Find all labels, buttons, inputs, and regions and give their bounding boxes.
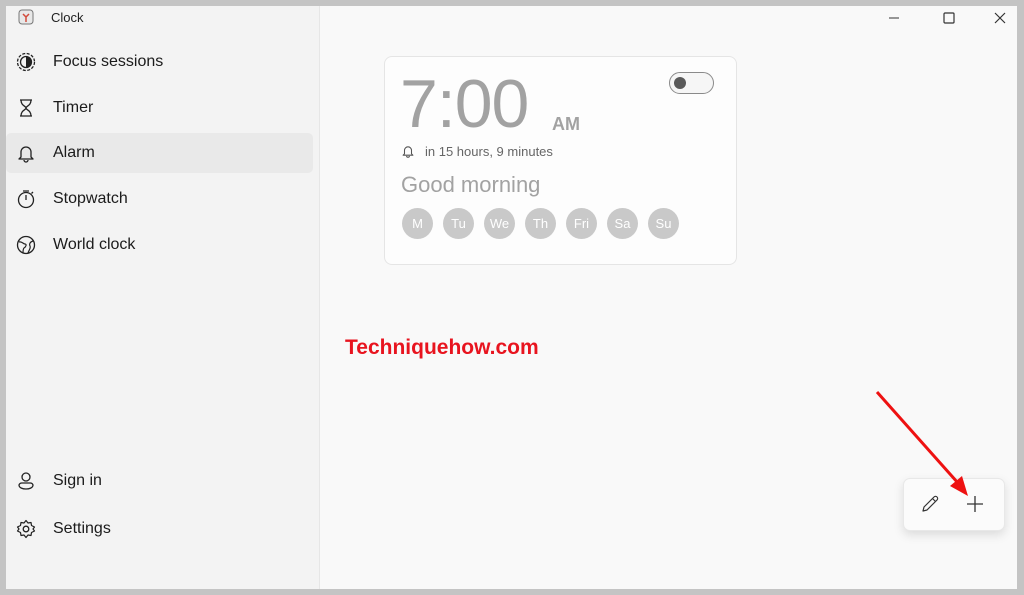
sidebar-item-focus-sessions[interactable]: Focus sessions	[6, 42, 313, 82]
alarm-remaining: in 15 hours, 9 minutes	[425, 144, 553, 159]
sidebar-item-label: Timer	[53, 99, 94, 116]
app-title: Clock	[51, 10, 84, 25]
alarm-days: M Tu We Th Fri Sa Su	[402, 208, 679, 239]
sidebar-item-world-clock[interactable]: World clock	[6, 225, 313, 265]
toggle-knob	[674, 77, 686, 89]
day-chip: M	[402, 208, 433, 239]
focus-icon	[16, 52, 36, 72]
sidebar-item-settings[interactable]: Settings	[6, 509, 313, 549]
sidebar-item-label: Alarm	[53, 144, 95, 161]
sidebar-item-alarm[interactable]: Alarm	[6, 133, 313, 173]
alarm-card[interactable]: 7:00 AM in 15 hours, 9 minutes Good morn…	[384, 56, 737, 265]
pencil-icon	[920, 494, 940, 514]
sidebar-item-label: Sign in	[53, 472, 102, 489]
day-chip: Sa	[607, 208, 638, 239]
day-chip: Su	[648, 208, 679, 239]
edit-alarms-button[interactable]	[917, 491, 943, 517]
hourglass-icon	[16, 98, 36, 118]
sidebar-item-label: Stopwatch	[53, 190, 128, 207]
plus-icon	[966, 495, 984, 513]
maximize-button[interactable]	[926, 6, 972, 30]
minimize-button[interactable]	[871, 6, 917, 30]
day-chip: Th	[525, 208, 556, 239]
alarm-ampm: AM	[552, 114, 580, 134]
day-chip: We	[484, 208, 515, 239]
maximize-icon	[943, 12, 955, 24]
title-bar: Clock	[6, 6, 319, 32]
alarm-actions-bar	[903, 478, 1005, 531]
sidebar-item-sign-in[interactable]: Sign in	[6, 461, 313, 501]
alarm-name: Good morning	[401, 172, 541, 197]
alarm-time: 7:00	[400, 66, 529, 142]
sidebar-item-label: Settings	[53, 520, 111, 537]
bell-icon	[401, 143, 415, 159]
close-icon	[994, 12, 1006, 24]
sidebar-item-label: Focus sessions	[53, 53, 164, 70]
person-icon	[16, 471, 36, 491]
clock-app-icon	[18, 9, 34, 25]
sidebar-item-stopwatch[interactable]: Stopwatch	[6, 179, 313, 219]
watermark-text: Techniquehow.com	[345, 336, 539, 359]
stopwatch-icon	[16, 189, 36, 209]
minimize-icon	[888, 12, 900, 24]
gear-icon	[16, 519, 36, 539]
clock-window: Clock Focus sessions Timer Alarm Stopwat…	[6, 6, 1017, 589]
bell-icon	[16, 143, 36, 163]
alarm-toggle[interactable]	[669, 72, 714, 94]
globe-icon	[16, 235, 36, 255]
close-button[interactable]	[977, 6, 1023, 30]
day-chip: Tu	[443, 208, 474, 239]
sidebar: Clock Focus sessions Timer Alarm Stopwat…	[6, 6, 320, 589]
add-alarm-button[interactable]	[962, 491, 988, 517]
sidebar-item-label: World clock	[53, 236, 136, 253]
main-content: 7:00 AM in 15 hours, 9 minutes Good morn…	[320, 6, 1017, 589]
sidebar-item-timer[interactable]: Timer	[6, 88, 313, 128]
day-chip: Fri	[566, 208, 597, 239]
